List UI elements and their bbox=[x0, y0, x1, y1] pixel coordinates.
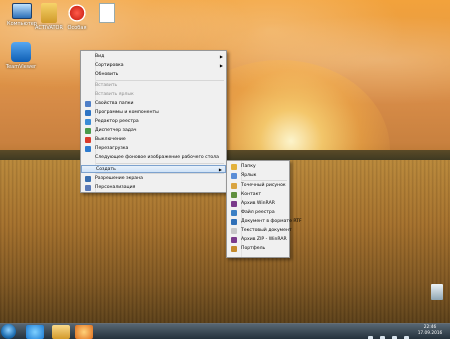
menu-item: Вставить ярлык bbox=[81, 91, 226, 99]
menu-item[interactable]: Документ в формате RTF bbox=[227, 218, 302, 226]
desktop-icon-teamviewer[interactable]: TeamViewer bbox=[2, 42, 40, 70]
menu-item: Вставить bbox=[81, 82, 226, 90]
menu-item[interactable]: Перезагрузка bbox=[81, 145, 226, 153]
menu-item[interactable]: Диспетчер задач bbox=[81, 127, 226, 135]
menu-item-label: Документ в формате RTF bbox=[241, 219, 302, 224]
menu-item[interactable]: Портфель bbox=[227, 245, 289, 253]
menu-item-label: Портфель bbox=[241, 246, 266, 251]
menu-item-label: Перезагрузка bbox=[95, 146, 129, 151]
menu-item-label: Разрешение экрана bbox=[95, 176, 143, 181]
menu-item[interactable]: Папку bbox=[227, 163, 289, 171]
shortcut-icon bbox=[231, 173, 237, 179]
menu-item-label: Сортировка bbox=[95, 63, 124, 68]
computer-icon bbox=[12, 3, 32, 19]
menu-item[interactable]: Редактор реестра bbox=[81, 118, 226, 126]
desktop-icon-file[interactable] bbox=[88, 3, 126, 25]
media-player-taskbar-button[interactable] bbox=[75, 325, 93, 339]
menu-item-label: Папку bbox=[241, 164, 256, 169]
menu-item[interactable]: Разрешение экрана bbox=[81, 175, 226, 183]
reg-file-icon bbox=[231, 210, 237, 216]
menu-item-label: Персонализация bbox=[95, 185, 136, 190]
menu-item-label: Вставить bbox=[95, 83, 118, 88]
menu-item[interactable]: Ярлык bbox=[227, 172, 289, 180]
document-icon bbox=[99, 3, 115, 23]
system-tray bbox=[368, 327, 412, 339]
recycle-bin-icon bbox=[431, 284, 443, 300]
folder-icon bbox=[41, 3, 57, 23]
menu-item[interactable]: Свойства папки bbox=[81, 100, 226, 108]
shutdown-icon bbox=[85, 137, 91, 143]
restart-icon bbox=[85, 146, 91, 152]
menu-item-label: Контакт bbox=[241, 192, 262, 197]
create-submenu: Папку Ярлык Точечный рисунок Контакт Архив W… bbox=[226, 160, 302, 258]
clock-date: 17.09.2016 bbox=[417, 331, 443, 336]
menu-item[interactable]: Вид ▶ bbox=[81, 53, 226, 61]
menu-item[interactable]: Архив WinRAR bbox=[227, 200, 289, 208]
desktop[interactable]: Компьютер ACTIVATOR Особая TeamViewer Ви… bbox=[0, 0, 450, 339]
menu-item-label: Вставить ярлык bbox=[95, 92, 134, 97]
menu-item-label: Диспетчер задач bbox=[95, 128, 137, 133]
menu-item-label: Ярлык bbox=[241, 173, 257, 178]
programs-icon bbox=[85, 110, 91, 116]
menu-separator bbox=[96, 163, 224, 164]
menu-item-label: Файл реестра bbox=[241, 210, 275, 215]
menu-separator bbox=[242, 180, 287, 181]
menu-item-label: Точечный рисунок bbox=[241, 183, 286, 188]
taskbar: 22:46 17.09.2016 bbox=[0, 323, 450, 339]
menu-item[interactable]: Текстовый документ bbox=[227, 227, 292, 235]
menu-item[interactable]: Контакт bbox=[227, 191, 289, 199]
internet-explorer-taskbar-button[interactable] bbox=[26, 325, 44, 339]
taskbar-clock[interactable]: 22:46 17.09.2016 bbox=[412, 325, 448, 337]
menu-separator bbox=[96, 173, 224, 174]
screen-resolution-icon bbox=[85, 176, 91, 182]
menu-item[interactable]: Сортировка ▶ bbox=[81, 62, 226, 70]
start-button[interactable] bbox=[1, 324, 16, 339]
menu-item[interactable]: Архив ZIP - WinRAR bbox=[227, 236, 289, 244]
contact-icon bbox=[231, 192, 237, 198]
menu-item[interactable]: Выключение bbox=[81, 136, 226, 144]
menu-item-label: Обновить bbox=[95, 72, 119, 77]
winrar-icon bbox=[231, 201, 237, 207]
folder-options-icon bbox=[85, 101, 91, 107]
text-document-icon bbox=[231, 228, 237, 234]
menu-item-label: Свойства папки bbox=[95, 101, 134, 106]
rtf-icon bbox=[231, 219, 237, 225]
teamviewer-icon bbox=[11, 42, 31, 62]
menu-item-label: Вид bbox=[95, 54, 105, 59]
menu-item-label: Архив WinRAR bbox=[241, 201, 275, 206]
chevron-right-icon: ▶ bbox=[219, 54, 223, 59]
menu-item[interactable]: Обновить bbox=[81, 71, 226, 79]
menu-item[interactable]: Создать ▶ bbox=[81, 165, 226, 173]
menu-item[interactable]: Точечный рисунок bbox=[227, 182, 289, 190]
menu-item[interactable]: Следующее фоновое изображение рабочего с… bbox=[81, 154, 226, 162]
menu-item-label: Следующее фоновое изображение рабочего с… bbox=[95, 155, 219, 160]
briefcase-icon bbox=[231, 246, 237, 252]
menu-item-label: Текстовый документ bbox=[241, 228, 292, 233]
menu-item[interactable]: Файл реестра bbox=[227, 209, 289, 217]
folder-icon bbox=[231, 164, 237, 170]
bitmap-icon bbox=[231, 183, 237, 189]
desktop-icon-label: Особая bbox=[67, 25, 87, 31]
desktop-context-menu: Вид ▶ Сортировка ▶ Обновить Вставить Вставить … bbox=[80, 50, 227, 193]
lifebuoy-icon bbox=[67, 3, 87, 23]
zip-icon bbox=[231, 237, 237, 243]
desktop-icon-recycle-bin[interactable] bbox=[418, 284, 450, 302]
regedit-icon bbox=[85, 119, 91, 125]
menu-item-label: Архив ZIP - WinRAR bbox=[241, 237, 287, 242]
personalization-icon bbox=[85, 185, 91, 191]
menu-item-label: Редактор реестра bbox=[95, 119, 139, 124]
menu-item[interactable]: Персонализация bbox=[81, 184, 226, 192]
menu-separator bbox=[96, 80, 224, 81]
menu-item[interactable]: Программы и компоненты bbox=[81, 109, 226, 117]
task-manager-icon bbox=[85, 128, 91, 134]
menu-item-label: Программы и компоненты bbox=[95, 110, 159, 115]
explorer-taskbar-button[interactable] bbox=[52, 325, 70, 339]
desktop-icon-label: TeamViewer bbox=[5, 64, 37, 70]
chevron-right-icon: ▶ bbox=[219, 63, 223, 68]
menu-item-label: Выключение bbox=[95, 137, 126, 142]
